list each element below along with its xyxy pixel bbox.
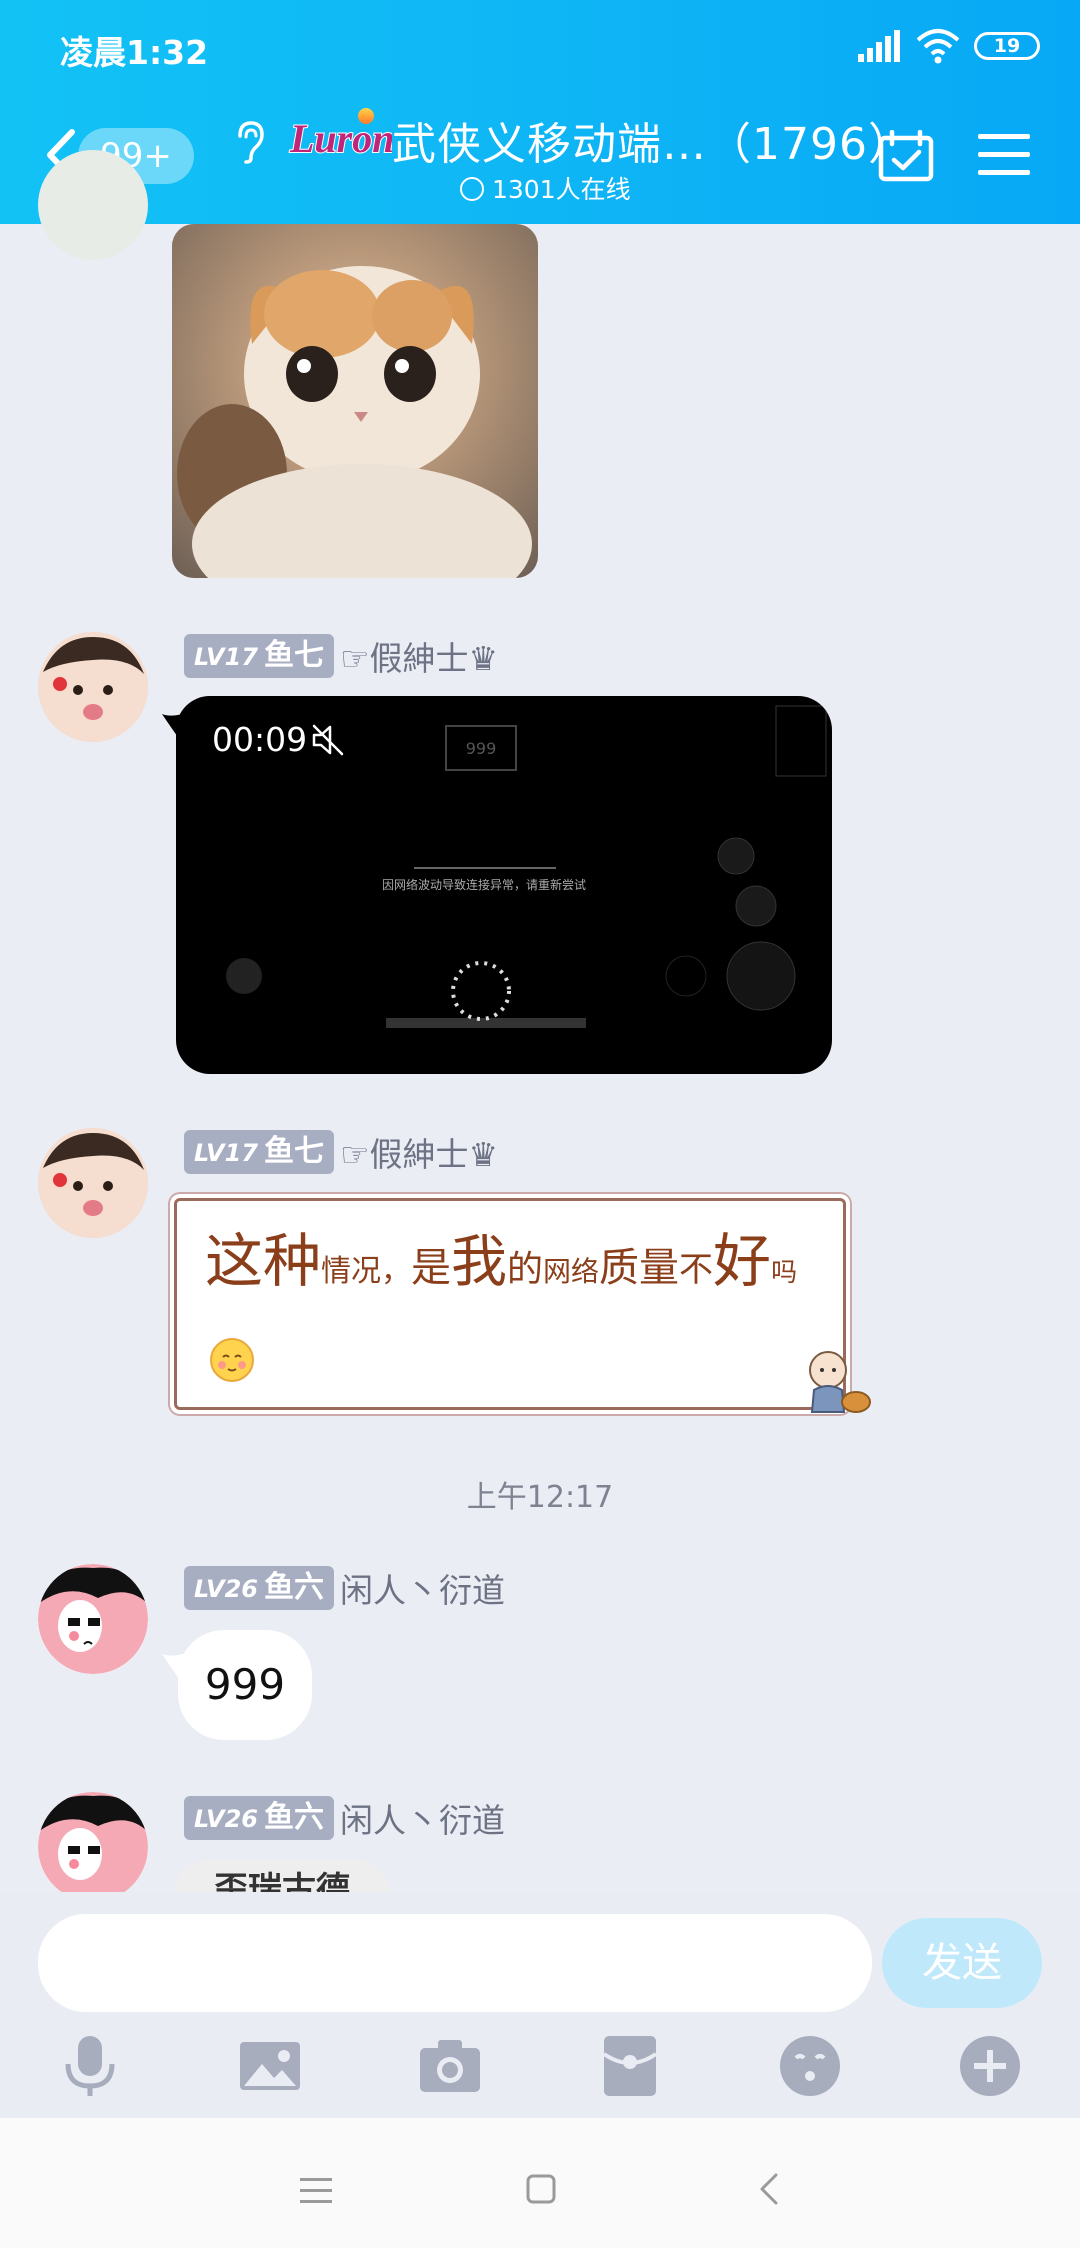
ear-icon[interactable] (232, 120, 266, 164)
text-fragment: 好 (713, 1227, 772, 1295)
avatar[interactable] (38, 150, 148, 260)
avatar[interactable] (38, 1792, 148, 1902)
sticker-message[interactable]: 歪瑞古德 (174, 1860, 390, 1892)
svg-text:Luron: Luron (289, 116, 392, 161)
text-fragment: 不 (679, 1250, 714, 1290)
sender-meta: LV17 鱼七 ☞假紳士♛ (184, 632, 498, 680)
cat-sticker-image[interactable] (172, 224, 538, 578)
text-fragment: 吗 (771, 1258, 798, 1288)
bubble-tail (162, 1652, 190, 1680)
video-message[interactable]: 999 因网络波动导致连接异常，请重新尝试 00:09 (176, 696, 832, 1074)
group-logo: Luron (288, 108, 392, 162)
message-text: 999 (204, 1660, 286, 1709)
text-fragment: 质量 (599, 1245, 680, 1291)
text-fragment: 网络 (543, 1255, 600, 1288)
svg-text:999: 999 (466, 739, 497, 758)
sender-meta: LV17 鱼七 ☞假紳士♛ (184, 1128, 498, 1176)
level-badge: LV17 鱼七 (184, 634, 334, 678)
wifi-icon (916, 29, 960, 64)
text-fragment: 情况， (321, 1254, 412, 1289)
text-fragment: 是 (411, 1245, 452, 1291)
level-badge: LV17 鱼七 (184, 1130, 334, 1174)
time-separator: 上午12:17 (466, 1480, 614, 1515)
system-nav-bar (0, 2118, 1080, 2248)
monk-sticker-icon (809, 1351, 871, 1413)
home-icon[interactable] (526, 2174, 556, 2204)
status-time: 凌晨1:32 (60, 33, 209, 72)
sender-title: 闲人丶衍道 (339, 1571, 505, 1610)
menu-icon[interactable] (978, 132, 1030, 178)
avatar[interactable] (38, 1564, 148, 1674)
muted-speaker-icon[interactable] (310, 722, 346, 758)
message-input[interactable] (38, 1914, 872, 2012)
online-count: 1301人在线 (460, 170, 631, 206)
chat-header: 凌晨1:32 19 99+ Luron 武侠义移动端…（1796） 1301人在… (0, 0, 1080, 224)
microphone-icon[interactable] (58, 2034, 122, 2098)
red-packet-icon[interactable] (598, 2034, 662, 2098)
battery-indicator: 19 (974, 32, 1040, 60)
text-bubble[interactable]: 999 (178, 1630, 312, 1740)
sender-title: ☞假紳士♛ (339, 1135, 499, 1174)
emoji-icon[interactable] (778, 2034, 842, 2098)
bubble-tail (162, 712, 190, 740)
avatar[interactable] (38, 632, 148, 742)
sender-title: ☞假紳士♛ (339, 639, 499, 678)
svg-text:因网络波动导致连接异常，请重新尝试: 因网络波动导致连接异常，请重新尝试 (382, 877, 586, 892)
calendar-check-icon[interactable] (878, 130, 934, 182)
sender-meta: LV26 鱼六 闲人丶衍道 (184, 1794, 505, 1842)
sender-title: 闲人丶衍道 (339, 1801, 505, 1840)
avatar[interactable] (38, 1128, 148, 1238)
online-count-text: 1301人在线 (492, 175, 631, 204)
signal-icon (858, 30, 900, 62)
text-fragment: 的 (507, 1249, 544, 1290)
decorated-text-bubble[interactable]: 这种情况，是我的网络质量不好吗 (174, 1198, 846, 1410)
send-button[interactable]: 发送 (882, 1918, 1042, 2008)
video-duration: 00:09 (212, 720, 308, 759)
sticker-text: 歪瑞古德 (174, 1860, 390, 1892)
image-icon[interactable] (238, 2034, 302, 2098)
recents-icon[interactable] (300, 2178, 332, 2204)
check-circle-icon (460, 177, 484, 201)
group-title[interactable]: 武侠义移动端…（1796） (392, 108, 913, 172)
level-badge: LV26 鱼六 (184, 1566, 334, 1610)
text-fragment: 这种 (205, 1227, 322, 1295)
plus-icon[interactable] (958, 2034, 1022, 2098)
back-nav-icon[interactable] (758, 2172, 780, 2206)
level-badge: LV26 鱼六 (184, 1796, 334, 1840)
text-fragment: 我 (451, 1230, 508, 1295)
camera-icon[interactable] (418, 2034, 482, 2098)
sender-meta: LV26 鱼六 闲人丶衍道 (184, 1564, 505, 1612)
shy-emoji-icon (210, 1338, 254, 1382)
